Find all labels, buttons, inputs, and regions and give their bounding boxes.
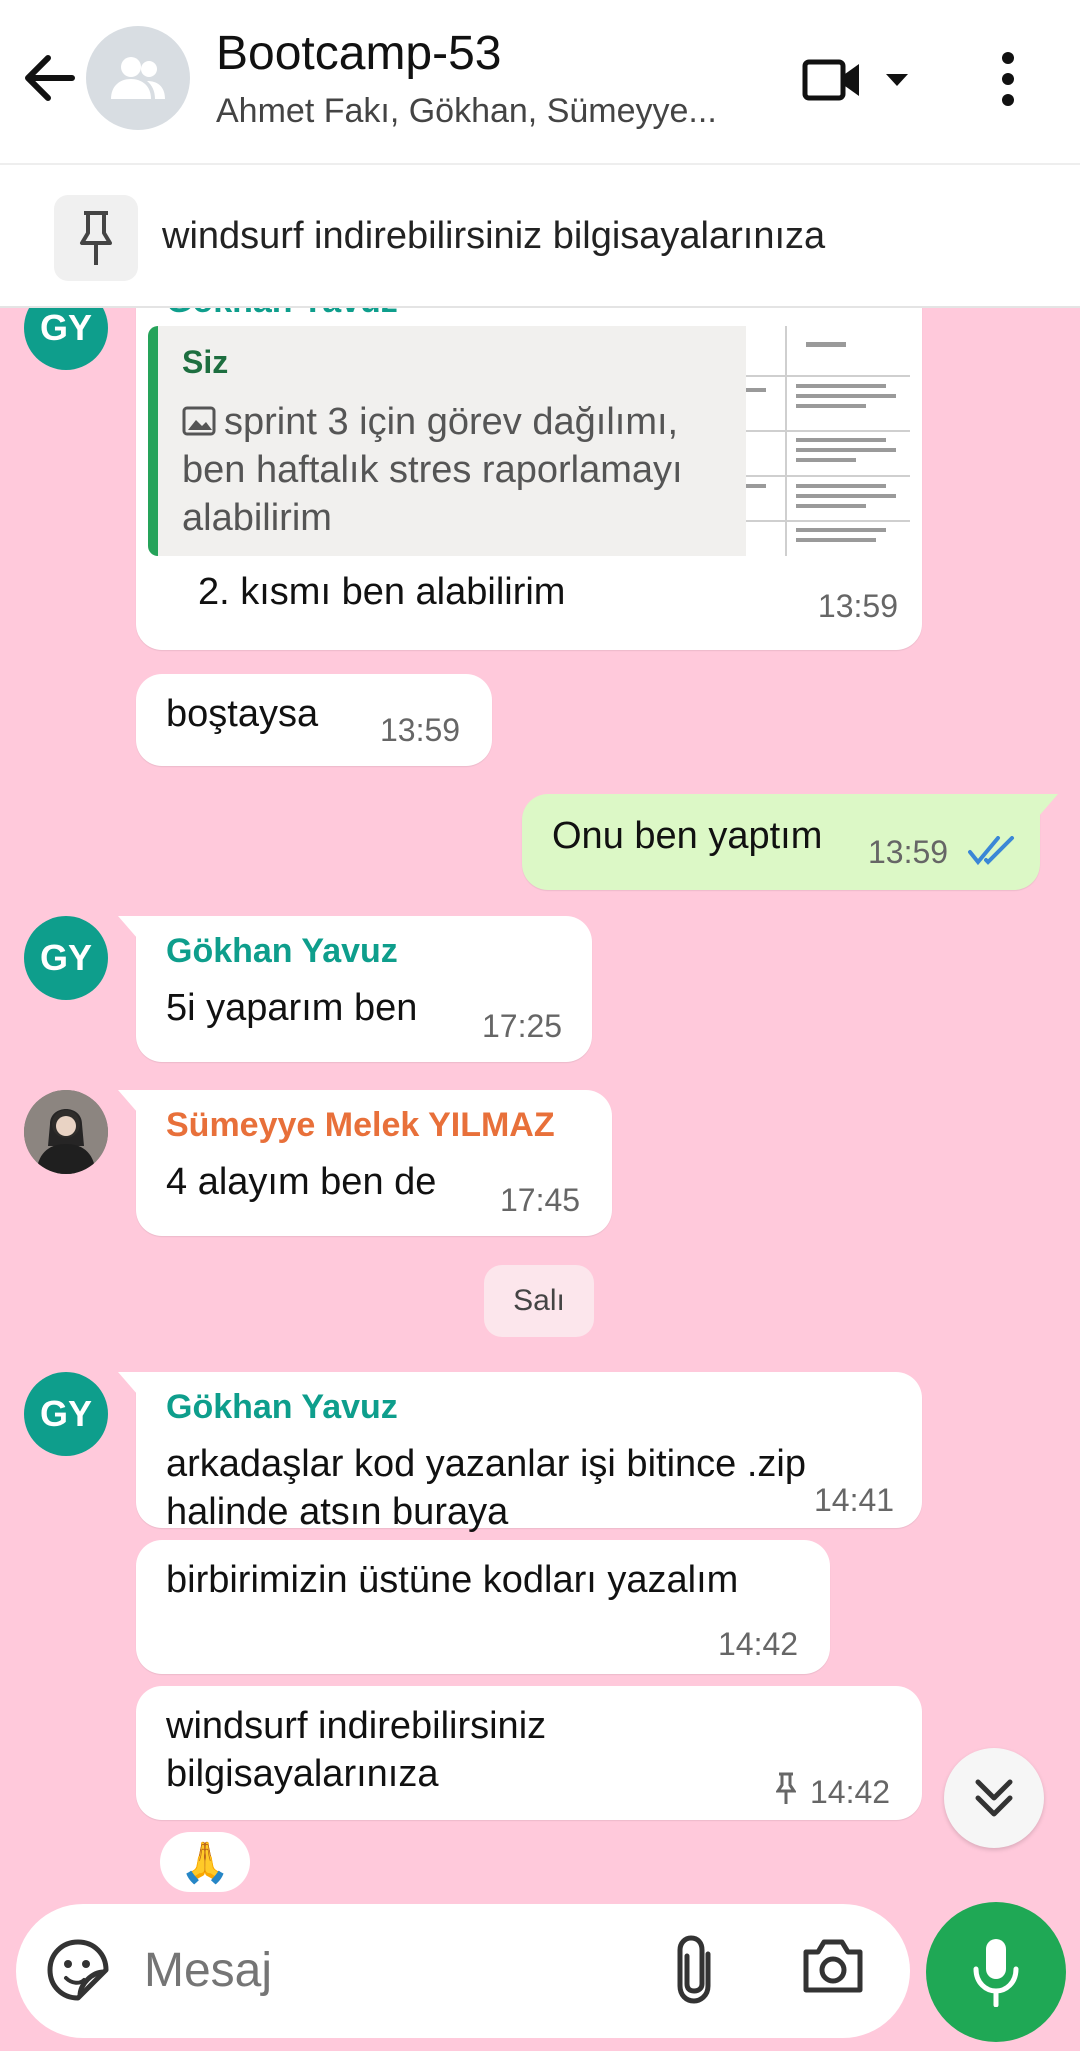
camera-icon[interactable] [802,1938,864,1999]
message-text: 5i yaparım ben [166,987,418,1029]
image-icon [182,400,216,436]
voice-record-button[interactable] [926,1902,1066,2042]
message-text: 2. kısmı ben alabilirim [198,571,566,613]
bubble-tail [118,1372,144,1402]
chat-members[interactable]: Ahmet Fakı, Gökhan, Sümeyye... [216,92,756,131]
sender-name[interactable]: Gökhan Yavuz [166,1388,398,1427]
message-text: birbirimizin üstüne kodları yazalım [166,1559,739,1601]
pin-icon [775,1772,797,1811]
sticker-icon[interactable] [46,1938,110,2007]
message-bubble[interactable]: Gökhan Yavuz arkadaşlar kod yazanlar işi… [118,1372,922,1533]
double-chevron-down-icon [975,1779,1013,1817]
message-time: 14:42 [810,1774,891,1810]
pinned-message-bar[interactable]: windsurf indirebilirsiniz bilgisayaların… [0,163,1080,308]
message-bubble[interactable]: windsurf indirebilirsiniz bilgisayaların… [136,1686,922,1820]
message-text: windsurf indirebilirsiniz bilgisayaların… [166,1705,547,1795]
attach-icon[interactable] [672,1934,716,2009]
outgoing-message-bubble[interactable]: Onu ben yaptım 13:59 [522,794,1058,890]
message-text: boştaysa [166,693,319,735]
video-call-icon[interactable] [802,58,862,107]
message-time: 13:59 [817,588,898,624]
message-list[interactable]: GY Gökhan Yavuz Siz sprint 3 için görev … [0,308,1080,1858]
message-time: 14:41 [814,1482,895,1518]
message-input[interactable] [144,1940,544,2000]
bubble-tail [118,916,144,946]
group-icon [111,57,165,99]
quote-author: Siz [182,344,229,380]
message-bubble[interactable]: Gökhan Yavuz 5i yaparım ben 17:25 [118,916,592,1062]
message-reaction[interactable]: 🙏 [160,1832,250,1892]
date-separator: Salı [484,1265,594,1337]
sender-name[interactable]: Gökhan Yavuz [166,308,398,321]
message-bubble[interactable]: boştaysa 13:59 [136,674,492,766]
avatar[interactable] [24,1090,108,1174]
quoted-message[interactable]: Siz sprint 3 için görev dağılımı, ben ha… [148,326,758,556]
message-bubble[interactable]: Sümeyye Melek YILMAZ 4 alayım ben de 17:… [118,1090,612,1236]
avatar[interactable]: GY [24,308,108,370]
microphone-icon [973,1939,1019,2007]
more-options-icon[interactable] [1000,52,1016,111]
message-time: 17:25 [482,1008,563,1044]
quote-text: sprint 3 için görev dağılımı, ben haftal… [182,400,683,539]
bubble-tail [118,1090,144,1120]
pinned-message-text: windsurf indirebilirsiniz bilgisayaların… [162,215,826,257]
message-time: 17:45 [500,1182,581,1218]
pin-icon [54,195,138,281]
message-bubble[interactable]: birbirimizin üstüne kodları yazalım 14:4… [136,1540,830,1674]
sender-name[interactable]: Sümeyye Melek YILMAZ [166,1106,555,1145]
bubble-tail [1032,794,1058,824]
message-time: 14:42 [718,1626,799,1662]
avatar[interactable]: GY [24,916,108,1000]
message-composer [16,1904,910,2038]
sender-name[interactable]: Gökhan Yavuz [166,932,398,971]
message-time: 13:59 [868,834,949,870]
chat-header: Bootcamp-53 Ahmet Fakı, Gökhan, Sümeyye.… [0,0,1080,163]
message-text: 4 alayım ben de [166,1161,437,1203]
message-text: Onu ben yaptım [552,815,823,857]
group-avatar[interactable] [86,26,190,130]
scroll-to-bottom-button[interactable] [944,1748,1044,1848]
message-text: arkadaşlar kod yazanlar işi bitince .zip… [166,1443,806,1533]
back-arrow-icon[interactable] [22,48,78,108]
quote-accent-bar [148,326,158,556]
double-check-icon [968,836,1018,871]
quote-image-thumbnail [746,326,910,556]
message-time: 13:59 [380,712,461,748]
message-bubble[interactable]: Gökhan Yavuz Siz sprint 3 için görev dağ… [136,308,922,650]
avatar[interactable]: GY [24,1372,108,1456]
chevron-down-icon[interactable] [884,72,910,93]
chat-title[interactable]: Bootcamp-53 [216,26,502,81]
